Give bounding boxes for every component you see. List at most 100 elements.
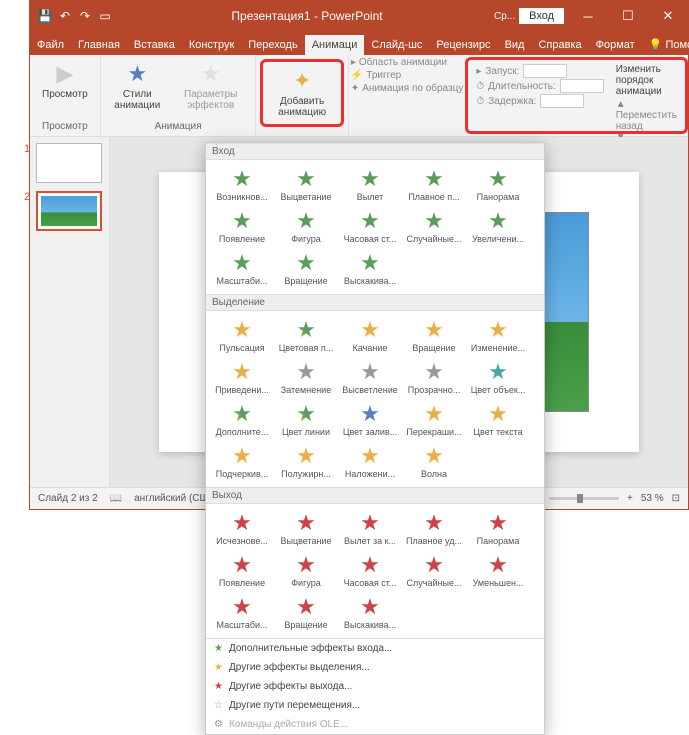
animation-effect-item[interactable]: ★Выцветание [274,508,338,550]
effect-label: Появление [212,578,272,588]
slide-thumb-1[interactable] [36,143,102,183]
star-icon: ★ [296,403,316,425]
animation-effect-item[interactable]: ★Вращение [274,248,338,290]
animation-effect-item[interactable]: ★Появление [210,550,274,592]
animation-effect-item[interactable]: ★Приведени... [210,357,274,399]
animation-effect-item[interactable]: ★Вращение [274,592,338,634]
animation-effect-item[interactable]: ★Случайные... [402,206,466,248]
tab-slideshow[interactable]: Слайд-шс [364,35,429,55]
animation-effect-item[interactable]: ★Уменьшен... [466,550,530,592]
animation-effect-item[interactable]: ★Высветление [338,357,402,399]
animation-effect-item[interactable]: ★Качание [338,315,402,357]
tab-transitions[interactable]: Переходь [241,35,304,55]
animation-effect-item[interactable]: ★Полужирн... [274,441,338,483]
animation-effect-item[interactable]: ★Выскакива... [338,592,402,634]
animation-effect-item[interactable]: ★Фигура [274,206,338,248]
star-icon: ★ [360,554,380,576]
effect-label: Случайные... [404,234,464,244]
animation-effect-item[interactable]: ★Плавное п... [402,164,466,206]
animation-pane-button[interactable]: ▸ Область анимации [351,57,463,68]
animation-effect-item[interactable]: ★Случайные... [402,550,466,592]
more-entrance-effects[interactable]: ★Дополнительные эффекты входа... [206,639,544,658]
tab-file[interactable]: Файл [30,35,71,55]
search-hint[interactable]: Ср... [494,11,515,22]
animation-effect-item[interactable]: ★Увеличени... [466,206,530,248]
animation-effect-item[interactable]: ★Цвет объек... [466,357,530,399]
tab-design[interactable]: Конструк [182,35,241,55]
signin-button[interactable]: Вход [519,8,564,24]
animation-effect-item[interactable]: ★Панорама [466,508,530,550]
slideshow-icon[interactable]: ▭ [98,9,112,23]
zoom-slider[interactable] [549,497,619,500]
trigger-button[interactable]: ⚡ Триггер [351,70,463,81]
animation-effect-item[interactable]: ★Дополните... [210,399,274,441]
duration-input[interactable] [560,79,604,93]
animation-effect-item[interactable]: ★Масштаби... [210,592,274,634]
slide-thumb-2[interactable] [36,191,102,231]
animation-effect-item[interactable]: ★Часовая ст... [338,206,402,248]
close-button[interactable]: ✕ [648,1,688,31]
animation-effect-item[interactable]: ★Изменение... [466,315,530,357]
tab-view[interactable]: Вид [498,35,532,55]
animation-effect-item[interactable]: ★Появление [210,206,274,248]
spellcheck-icon[interactable]: 📖 [110,493,122,504]
tab-help[interactable]: Справка [531,35,588,55]
tab-insert[interactable]: Вставка [127,35,182,55]
zoom-level[interactable]: 53 % [641,493,664,504]
animation-effect-item[interactable]: ★Вылет [338,164,402,206]
start-input[interactable] [523,64,567,78]
minimize-button[interactable]: ─ [568,1,608,31]
add-animation-button[interactable]: ✦ Добавить анимацию [265,64,338,122]
animation-effect-item[interactable]: ★Цветовая п... [274,315,338,357]
effect-label: Дополните... [212,427,272,437]
animation-effect-item[interactable]: ★Исчезнове... [210,508,274,550]
more-emphasis-effects[interactable]: ★Другие эффекты выделения... [206,658,544,677]
animation-effect-item[interactable]: ★Часовая ст... [338,550,402,592]
zoom-in-button[interactable]: + [627,493,633,504]
animation-effect-item[interactable]: ★Перекраши... [402,399,466,441]
star-icon: ★ [360,596,380,618]
animation-effect-item[interactable]: ★Цвет линии [274,399,338,441]
animation-effect-item[interactable]: ★Фигура [274,550,338,592]
slide-thumbnails: 1 2 [30,137,110,487]
animation-effect-item[interactable]: ★Цвет текста [466,399,530,441]
tab-animations[interactable]: Анимаци [305,35,365,55]
animation-effect-item[interactable]: ★Вращение [402,315,466,357]
ribbon-group-advanced: ✦ Добавить анимацию [256,55,348,136]
effect-label: Вылет [340,192,400,202]
maximize-button[interactable]: ☐ [608,1,648,31]
more-exit-effects[interactable]: ★Другие эффекты выхода... [206,677,544,696]
animation-effect-item[interactable]: ★Пульсация [210,315,274,357]
redo-icon[interactable]: ↷ [78,9,92,23]
tab-review[interactable]: Рецензирс [429,35,497,55]
animation-effect-item[interactable]: ★Выскакива... [338,248,402,290]
effect-options-button[interactable]: ★ Параметры эффектов [170,57,251,115]
move-back-button[interactable]: ▲ Переместить назад [616,99,677,132]
animation-effect-item[interactable]: ★Подчеркив... [210,441,274,483]
animation-effect-item[interactable]: ★Прозрачно... [402,357,466,399]
save-icon[interactable]: 💾 [38,9,52,23]
animation-effect-item[interactable]: ★Волна [402,441,466,483]
animation-painter-button[interactable]: ✦ Анимация по образцу [351,83,463,94]
tab-format[interactable]: Формат [589,35,642,55]
animation-effect-item[interactable]: ★Вылет за к... [338,508,402,550]
ribbon: ▶ Просмотр Просмотр ★ Стили анимации ★ П… [30,55,688,137]
animation-effect-item[interactable]: ★Цвет залив... [338,399,402,441]
animation-effect-item[interactable]: ★Масштаби... [210,248,274,290]
animation-styles-button[interactable]: ★ Стили анимации [105,57,170,115]
more-motion-paths[interactable]: ☆Другие пути перемещения... [206,696,544,715]
animation-effect-item[interactable]: ★Возникнов... [210,164,274,206]
preview-button[interactable]: ▶ Просмотр [34,57,96,104]
animation-effect-item[interactable]: ★Плавное уд... [402,508,466,550]
tab-home[interactable]: Главная [71,35,127,55]
fit-button[interactable]: ⊡ [672,493,680,504]
animation-effect-item[interactable]: ★Наложени... [338,441,402,483]
tab-tellme[interactable]: 💡 Помощн [642,34,689,55]
animation-effect-item[interactable]: ★Выцветание [274,164,338,206]
animation-effect-item[interactable]: ★Панорама [466,164,530,206]
undo-icon[interactable]: ↶ [58,9,72,23]
star-icon: ★ [488,512,508,534]
delay-input[interactable] [540,94,584,108]
effect-label: Цвет залив... [340,427,400,437]
animation-effect-item[interactable]: ★Затемнение [274,357,338,399]
